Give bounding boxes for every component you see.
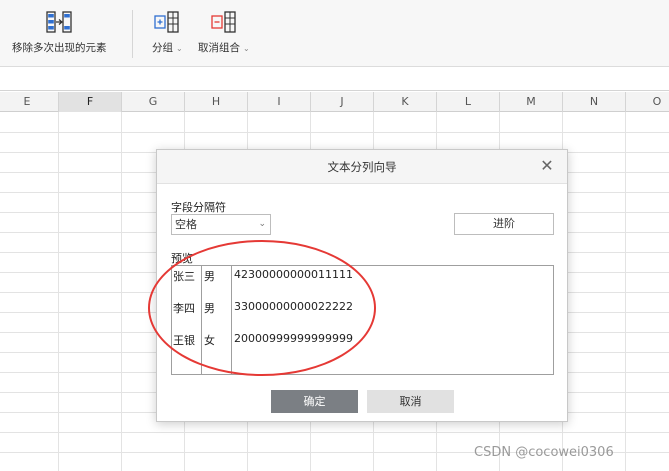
group-label: 分组 <box>152 42 173 54</box>
group-button[interactable]: 分组 ⌄ <box>152 10 183 55</box>
column-header-l[interactable]: L <box>437 92 500 112</box>
preview-cell-name: 张三 <box>173 270 195 283</box>
ok-button[interactable]: 确定 <box>271 390 358 413</box>
formula-bar[interactable] <box>0 67 669 91</box>
preview-cell-name: 李四 <box>173 302 195 315</box>
column-header-n[interactable]: N <box>563 92 626 112</box>
separator-label: 字段分隔符 <box>171 201 226 214</box>
preview-cell-id: 42300000000011111 <box>234 268 353 281</box>
remove-duplicates-icon <box>46 11 72 33</box>
ribbon-divider <box>132 10 133 58</box>
cancel-button[interactable]: 取消 <box>367 390 454 413</box>
group-icon <box>154 11 179 33</box>
remove-duplicates-button[interactable]: 移除多次出现的元素 <box>12 10 107 55</box>
column-header-e[interactable]: E <box>0 92 59 112</box>
remove-duplicates-label: 移除多次出现的元素 <box>12 42 107 54</box>
preview-cell-gender: 女 <box>204 334 215 347</box>
preview-cell-gender: 男 <box>204 302 215 315</box>
ungroup-icon <box>211 11 236 33</box>
preview-pane[interactable]: 张三 男 42300000000011111 李四 男 330000000000… <box>171 265 554 375</box>
preview-cell-name: 王银 <box>173 334 195 347</box>
separator-value: 空格 <box>175 218 197 231</box>
grid-horizontal-line <box>0 132 669 133</box>
preview-cell-id: 20000999999999999 <box>234 332 353 345</box>
separator-select[interactable]: 空格 ⌄ <box>171 214 271 235</box>
column-header-i[interactable]: I <box>248 92 311 112</box>
ungroup-label: 取消组合 <box>198 42 240 54</box>
column-header-h[interactable]: H <box>185 92 248 112</box>
preview-cell-gender: 男 <box>204 270 215 283</box>
watermark-text: CSDN @cocowei0306 <box>474 445 614 460</box>
grid-horizontal-line <box>0 432 669 433</box>
close-icon[interactable]: ✕ <box>537 156 557 176</box>
text-to-columns-dialog: 文本分列向导 ✕ 字段分隔符 空格 ⌄ 进阶 预览 张三 男 423000000… <box>156 149 568 422</box>
advanced-button[interactable]: 进阶 <box>454 213 554 235</box>
chevron-down-icon: ⌄ <box>258 219 266 229</box>
ungroup-dropdown-chevron-icon: ⌄ <box>243 44 250 53</box>
column-header-row: EFGHIJKLMNO <box>0 92 669 112</box>
preview-cell-id: 33000000000022222 <box>234 300 353 313</box>
column-header-f[interactable]: F <box>59 92 122 112</box>
ungroup-button[interactable]: 取消组合 ⌄ <box>198 10 250 55</box>
group-dropdown-chevron-icon: ⌄ <box>176 44 183 53</box>
column-header-m[interactable]: M <box>500 92 563 112</box>
ribbon-toolbar: 移除多次出现的元素 分组 ⌄ 取消组合 ⌄ <box>0 0 669 67</box>
column-header-o[interactable]: O <box>626 92 669 112</box>
column-header-j[interactable]: J <box>311 92 374 112</box>
preview-label: 预览 <box>171 252 193 265</box>
dialog-title: 文本分列向导 <box>157 150 567 184</box>
column-header-k[interactable]: K <box>374 92 437 112</box>
column-header-g[interactable]: G <box>122 92 185 112</box>
